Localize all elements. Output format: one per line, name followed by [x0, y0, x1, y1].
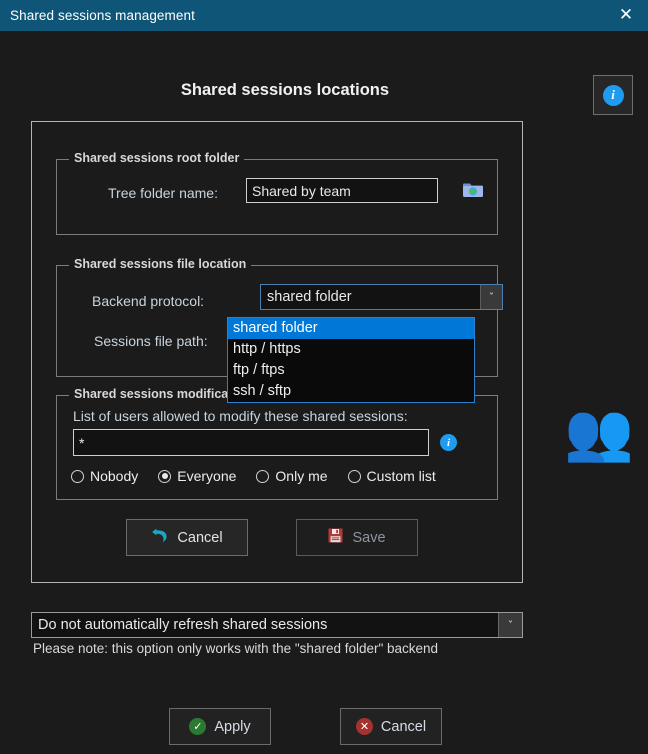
help-info-button[interactable]: i	[593, 75, 633, 115]
radio-circle-icon	[158, 469, 172, 483]
group-root-folder: Shared sessions root folder Tree folder …	[56, 151, 498, 235]
window-title: Shared sessions management	[10, 8, 195, 23]
info-icon: i	[440, 434, 457, 451]
apply-button-label: Apply	[214, 718, 251, 735]
allowed-users-info-button[interactable]: i	[440, 434, 457, 451]
allowed-users-input[interactable]: *	[73, 429, 429, 456]
radio-circle-icon	[256, 469, 270, 483]
check-circle-icon: ✓	[189, 718, 207, 735]
radio-circle-icon	[71, 469, 84, 483]
auto-refresh-value: Do not automatically refresh shared sess…	[38, 617, 328, 633]
allowed-users-label: List of users allowed to modify these sh…	[73, 408, 408, 424]
auto-refresh-select[interactable]: Do not automatically refresh shared sess…	[31, 612, 523, 638]
radio-nobody-label: Nobody	[90, 468, 139, 484]
page-title: Shared sessions locations	[180, 81, 390, 99]
info-icon: i	[602, 84, 624, 106]
close-icon[interactable]: ✕	[604, 0, 648, 31]
radio-circle-icon	[347, 469, 361, 483]
backend-protocol-dropdown-list[interactable]: shared folder http / https ftp / ftps ss…	[227, 317, 475, 403]
save-button-label: Save	[352, 529, 386, 546]
tree-folder-name-label: Tree folder name:	[108, 185, 218, 201]
close-circle-icon: ✕	[355, 718, 373, 735]
radio-everyone-label: Everyone	[177, 468, 237, 484]
cancel-button-inner[interactable]: Cancel	[126, 519, 248, 556]
cancel-button-label: Cancel	[380, 718, 427, 735]
chevron-down-icon[interactable]: ˇ	[498, 613, 522, 637]
shared-folder-icon[interactable]	[461, 178, 485, 202]
dialog-body: Shared sessions locations i Shared sessi…	[0, 31, 648, 754]
undo-arrow-icon	[151, 528, 168, 547]
backend-protocol-label: Backend protocol:	[92, 293, 205, 309]
group-shared-sessions-modification: Shared sessions modification List of use…	[56, 387, 498, 500]
radio-only-me[interactable]: Only me	[256, 468, 328, 484]
sessions-file-path-label: Sessions file path:	[94, 333, 208, 349]
cancel-button[interactable]: ✕ Cancel	[340, 708, 442, 745]
radio-nobody[interactable]: Nobody	[71, 468, 138, 484]
allowed-users-radio-group: Nobody Everyone Only me Custom list	[71, 468, 456, 484]
apply-button[interactable]: ✓ Apply	[169, 708, 271, 745]
radio-everyone[interactable]: Everyone	[158, 468, 236, 484]
backend-protocol-value: shared folder	[267, 289, 352, 305]
dropdown-option-shared-folder[interactable]: shared folder	[228, 318, 474, 339]
dropdown-option-ssh-sftp[interactable]: ssh / sftp	[228, 381, 474, 402]
allowed-users-value: *	[79, 434, 85, 451]
group-file-location-legend: Shared sessions file location	[69, 257, 252, 271]
tree-folder-name-input[interactable]: Shared by team	[246, 178, 438, 203]
cancel-button-inner-label: Cancel	[177, 529, 223, 546]
save-button[interactable]: Save	[296, 519, 418, 556]
dropdown-option-http-https[interactable]: http / https	[228, 339, 474, 360]
people-group-icon: 👥	[564, 400, 634, 465]
radio-custom-list[interactable]: Custom list	[347, 468, 436, 484]
tree-folder-name-value: Shared by team	[252, 182, 351, 199]
refresh-note: Please note: this option only works with…	[33, 641, 439, 656]
dropdown-option-ftp-ftps[interactable]: ftp / ftps	[228, 360, 474, 381]
chevron-down-icon[interactable]: ˇ	[480, 285, 502, 309]
group-root-folder-legend: Shared sessions root folder	[69, 151, 245, 165]
floppy-disk-icon	[328, 528, 343, 547]
radio-custom-list-label: Custom list	[366, 468, 436, 484]
backend-protocol-select[interactable]: shared folder ˇ	[260, 284, 503, 310]
radio-only-me-label: Only me	[275, 468, 328, 484]
window-titlebar: Shared sessions management ✕	[0, 0, 648, 31]
